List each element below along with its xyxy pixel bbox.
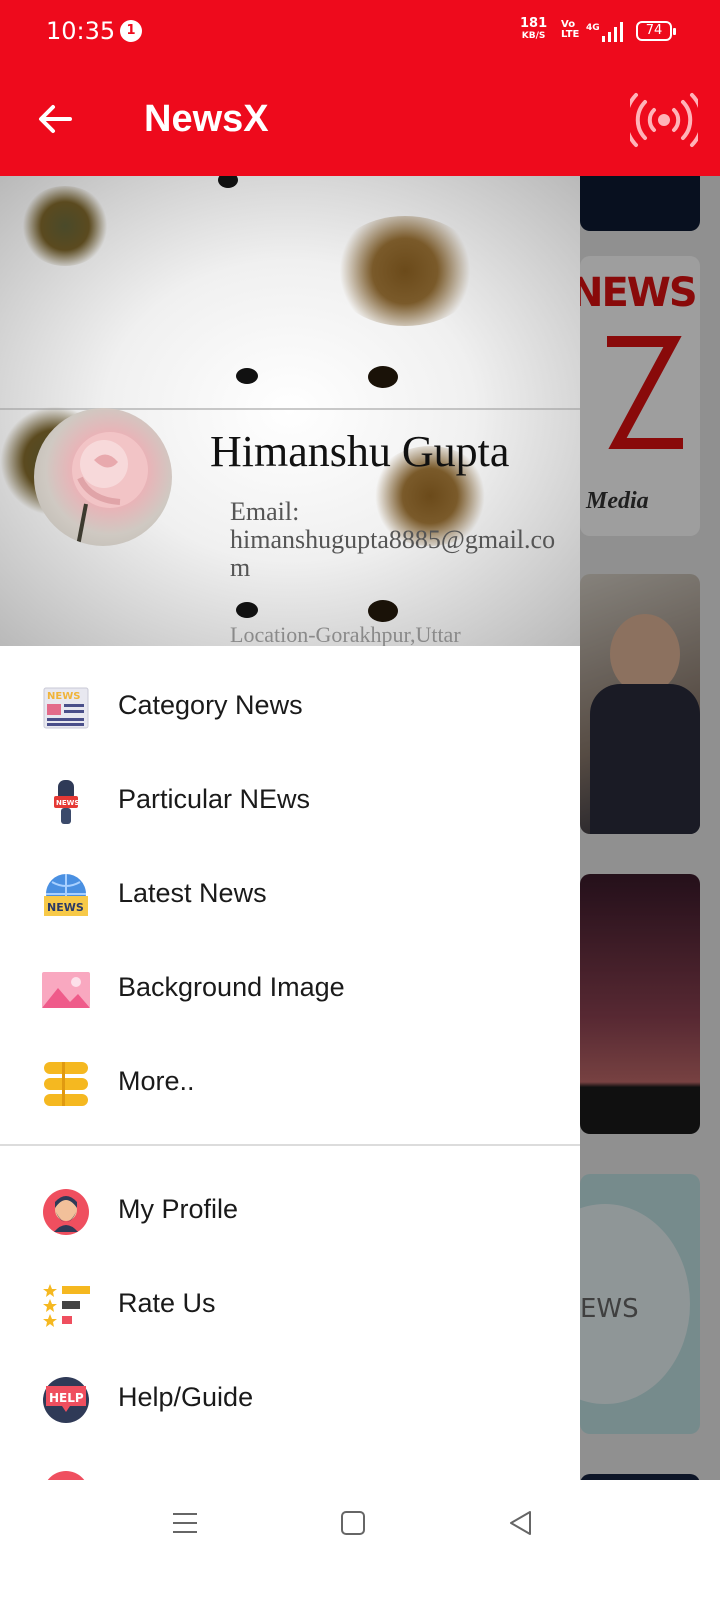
profile-avatar[interactable] [34, 408, 172, 546]
menu-divider [0, 1144, 580, 1146]
menu-item-label: Category News [118, 690, 303, 720]
recent-apps-icon[interactable] [170, 1508, 200, 1538]
back-arrow-icon[interactable] [36, 100, 74, 138]
decor-splat [20, 186, 110, 266]
menu-item-my-profile[interactable]: My Profile [0, 1164, 580, 1258]
menu-item-label: More.. [118, 1066, 195, 1096]
live-broadcast-icon[interactable] [630, 92, 698, 148]
decor-splat [330, 216, 480, 326]
profile-name: Himanshu Gupta [210, 427, 510, 476]
decor-splat [368, 600, 398, 622]
menu-item-label: Rate Us [118, 1288, 216, 1318]
menu-item-category-news[interactable]: NEWS Category News [0, 660, 580, 754]
menu-item-help-guide[interactable]: HELP Help/Guide [0, 1352, 580, 1446]
svg-text:NEWS: NEWS [56, 799, 79, 807]
menu-item-background-image[interactable]: Background Image [0, 942, 580, 1036]
signal-4g-icon: 4G [586, 22, 623, 42]
svg-text:HELP: HELP [49, 1391, 84, 1405]
app-bar: NewsX [0, 64, 720, 176]
rose-image [72, 432, 148, 546]
profile-location: Location-Gorakhpur,Uttar [230, 622, 461, 646]
profile-email-label: Email: [230, 497, 300, 526]
microphone-icon: NEWS [54, 780, 79, 824]
back-triangle-icon[interactable] [506, 1508, 536, 1538]
menu-item-label: Help/Guide [118, 1382, 254, 1412]
profile-email: Email: himanshugupta8885@gmail.com [230, 498, 575, 582]
decor-splat [236, 602, 258, 618]
menu-stack-icon [44, 1062, 88, 1106]
network-speed-value: 181 [520, 16, 548, 31]
menu-item-label: Latest News [118, 878, 267, 908]
newspaper-icon: NEWS [43, 687, 89, 729]
network-speed-unit: KB/S [521, 31, 546, 41]
status-bar: 10:35 1 181 KB/S Vo LTE 4G 74 [0, 0, 720, 64]
home-icon[interactable] [338, 1508, 368, 1538]
decor-splat [218, 176, 238, 188]
help-icon: HELP [43, 1377, 89, 1423]
navigation-drawer: Himanshu Gupta Email: himanshugupta8885@… [0, 176, 580, 1510]
status-time: 10:35 [46, 17, 116, 45]
menu-item-particular-news[interactable]: NEWS Particular NEws [0, 754, 580, 848]
svg-text:NEWS: NEWS [47, 901, 84, 914]
menu-item-more[interactable]: More.. [0, 1036, 580, 1130]
drawer-scrim[interactable] [580, 176, 720, 1510]
profile-email-value: himanshugupta8885@gmail.com [230, 525, 556, 582]
system-nav-bar [0, 1480, 720, 1600]
menu-item-label: My Profile [118, 1194, 239, 1224]
globe-news-icon: NEWS [44, 874, 88, 916]
menu-item-label: Particular NEws [118, 784, 311, 814]
svg-text:NEWS: NEWS [47, 691, 80, 702]
menu-item-latest-news[interactable]: NEWS Latest News [0, 848, 580, 942]
battery-indicator: 74 [636, 21, 676, 41]
star-rating-icon [43, 1284, 90, 1327]
decor-splat [368, 366, 398, 388]
volte-line-2: LTE [561, 29, 580, 40]
notification-badge: 1 [120, 20, 142, 42]
volte-indicator: Vo LTE [561, 20, 579, 40]
menu-item-label: Background Image [118, 972, 345, 1002]
network-speed: 181 KB/S [520, 16, 548, 42]
profile-icon [43, 1189, 89, 1235]
app-title: NewsX [144, 98, 269, 140]
image-icon [42, 972, 90, 1008]
drawer-header: Himanshu Gupta Email: himanshugupta8885@… [0, 176, 580, 646]
menu-item-rate-us[interactable]: Rate Us [0, 1258, 580, 1352]
network-type-label: 4G [586, 23, 600, 33]
decor-splat [236, 368, 258, 384]
